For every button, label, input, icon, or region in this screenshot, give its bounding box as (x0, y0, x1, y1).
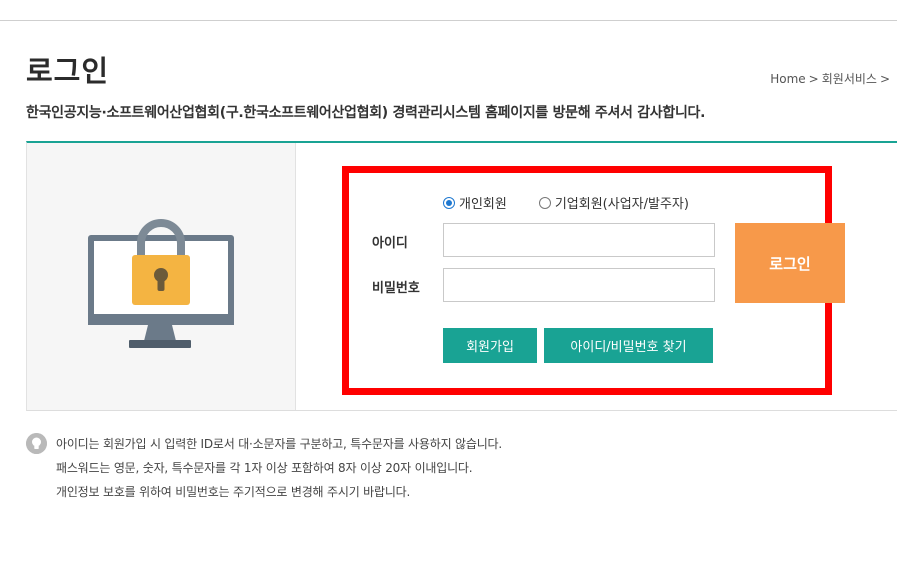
lightbulb-icon (26, 433, 47, 454)
top-divider (0, 20, 897, 21)
intro-text: 한국인공지능·소프트웨어산업협회(구.한국소프트웨어산업협회) 경력관리시스템 … (26, 105, 706, 121)
login-button[interactable]: 로그인 (735, 223, 845, 303)
note-line: 아이디는 회원가입 시 입력한 ID로서 대·소문자를 구분하고, 특수문자를 … (56, 437, 502, 451)
radio-icon-selected[interactable] (443, 196, 455, 209)
page-title: 로그인 (26, 54, 110, 88)
radio-personal-member[interactable]: 개인회원 (443, 193, 507, 212)
id-label: 아이디 (372, 236, 408, 251)
note-line: 패스워드는 영문, 숫자, 특수문자를 각 1자 이상 포함하여 8자 이상 2… (56, 461, 473, 475)
radio-icon[interactable] (538, 196, 551, 209)
breadcrumb-section[interactable]: 회원서비스 (822, 72, 877, 86)
radio-personal-label: 개인회원 (459, 197, 507, 212)
login-illustration-panel (27, 143, 296, 410)
signup-button[interactable]: 회원가입 (443, 328, 537, 363)
lock-monitor-illustration (88, 219, 234, 348)
find-id-password-button[interactable]: 아이디/비밀번호 찾기 (544, 328, 713, 363)
password-input[interactable] (443, 268, 715, 302)
member-type-group: 개인회원 기업회원(사업자/발주자) (443, 193, 689, 212)
breadcrumb: Home > 회원서비스 > (770, 70, 893, 87)
password-label: 비밀번호 (372, 281, 420, 296)
breadcrumb-separator-end: > (879, 72, 890, 86)
radio-corporate-label: 기업회원(사업자/발주자) (554, 197, 689, 212)
id-input[interactable] (443, 223, 715, 257)
breadcrumb-separator: > (808, 72, 819, 86)
radio-corporate-member[interactable]: 기업회원(사업자/발주자) (538, 193, 689, 212)
breadcrumb-home[interactable]: Home (770, 72, 805, 86)
note-line: 개인정보 보호를 위하여 비밀번호는 주기적으로 변경해 주시기 바랍니다. (56, 485, 411, 499)
